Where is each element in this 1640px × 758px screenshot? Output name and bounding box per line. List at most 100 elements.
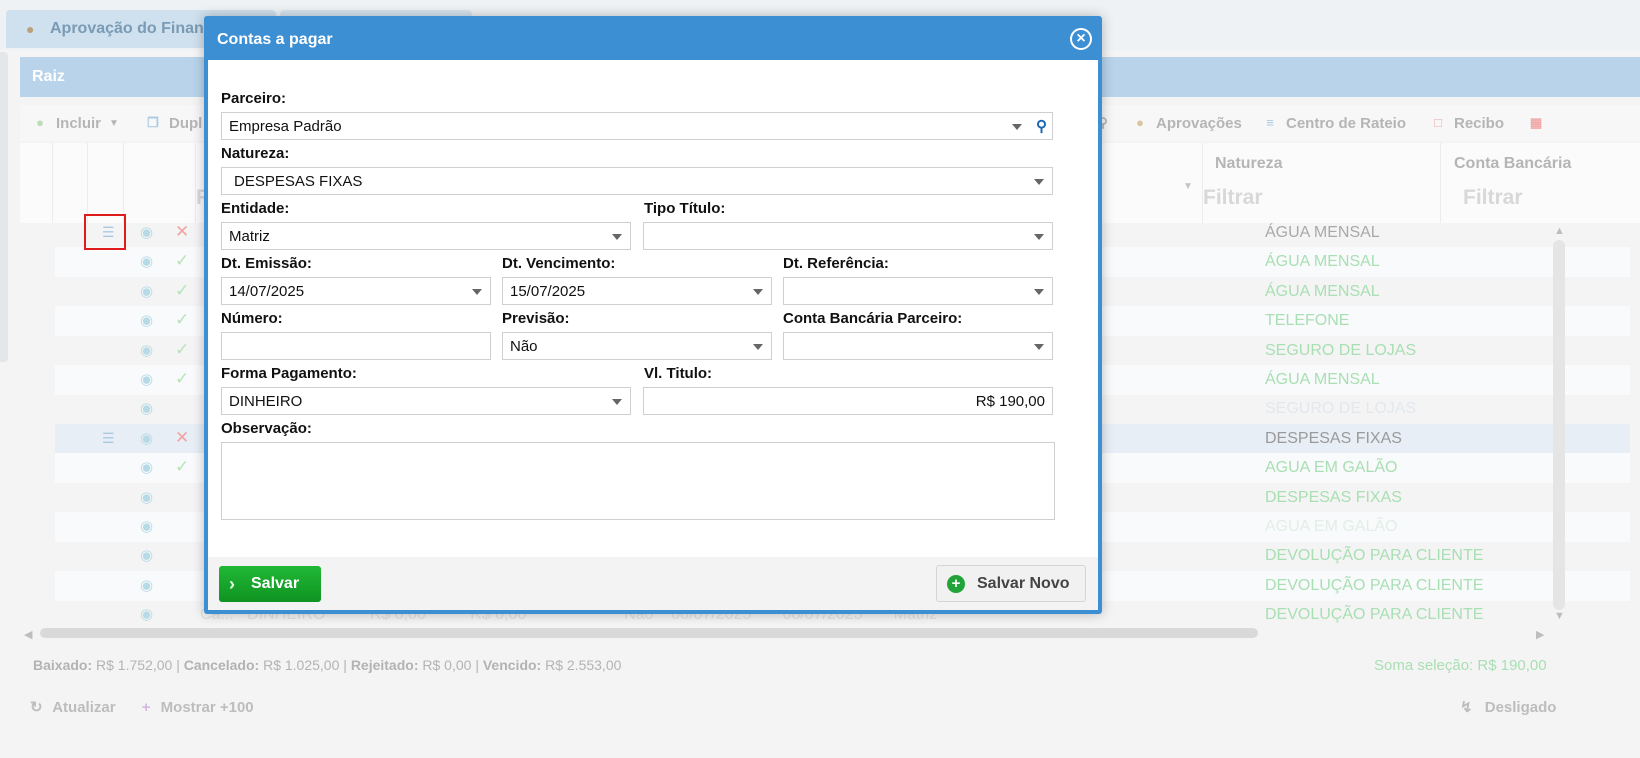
recibo-button[interactable]: □ Recibo xyxy=(1430,105,1504,141)
mostrar-label: Mostrar +100 xyxy=(160,699,254,716)
chevron-down-icon[interactable] xyxy=(1012,124,1022,130)
calendar-button[interactable]: ▦ xyxy=(1528,105,1552,141)
natureza-label: Natureza: xyxy=(221,145,290,162)
conta-bancaria-select[interactable] xyxy=(783,332,1053,360)
eye-icon[interactable]: ◉ xyxy=(140,605,153,623)
chevron-down-icon[interactable] xyxy=(612,234,622,240)
chevron-down-icon[interactable] xyxy=(612,399,622,405)
salvar-novo-button[interactable]: + Salvar Novo xyxy=(936,565,1086,602)
salvar-button[interactable]: › Salvar xyxy=(219,566,321,602)
user-icon: ● xyxy=(26,21,35,37)
incluir-button[interactable]: ● Incluir ▼ xyxy=(32,105,119,141)
column-header-conta-bancaria[interactable]: Conta Bancária xyxy=(1454,155,1571,173)
dialog-footer: › Salvar + Salvar Novo xyxy=(208,557,1098,610)
chevron-down-icon[interactable] xyxy=(1034,179,1044,185)
natureza-cell: ÁGUA MENSAL xyxy=(1265,224,1380,241)
cancelado-label: Cancelado: xyxy=(183,657,260,673)
centro-rateio-button[interactable]: ≡ Centro de Rateio xyxy=(1262,105,1406,141)
chevron-down-icon[interactable] xyxy=(1034,234,1044,240)
scroll-right-arrow[interactable]: ▶ xyxy=(1536,628,1544,641)
aprovacoes-label: Aprovações xyxy=(1156,114,1242,132)
mostrar-mais-button[interactable]: + Mostrar +100 xyxy=(142,699,254,716)
eye-icon[interactable]: ◉ xyxy=(140,399,153,417)
eye-icon[interactable]: ◉ xyxy=(140,370,153,388)
search-icon[interactable]: ⚲ xyxy=(1036,117,1047,135)
eye-icon[interactable]: ◉ xyxy=(140,517,153,535)
entidade-select[interactable]: Matriz xyxy=(221,222,631,250)
atualizar-label: Atualizar xyxy=(52,699,116,716)
baixado-label: Baixado: xyxy=(33,657,93,673)
eye-icon[interactable]: ◉ xyxy=(140,341,153,359)
dt-vencimento-field[interactable]: 15/07/2025 xyxy=(502,277,772,305)
aprovacoes-button[interactable]: ● Aprovações xyxy=(1132,105,1242,141)
chevron-down-icon[interactable] xyxy=(472,289,482,295)
forma-pagamento-select[interactable]: DINHEIRO xyxy=(221,387,631,415)
eye-icon[interactable]: ◉ xyxy=(140,282,153,300)
chevron-down-icon[interactable] xyxy=(1034,344,1044,350)
plus-icon: + xyxy=(141,699,151,716)
vencido-value: R$ 2.553,00 xyxy=(545,657,622,673)
eye-icon[interactable]: ◉ xyxy=(140,252,153,270)
eye-icon[interactable]: ◉ xyxy=(140,576,153,594)
observacao-textarea[interactable] xyxy=(221,442,1055,520)
column-separator xyxy=(1202,143,1203,223)
vertical-scrollbar[interactable] xyxy=(1553,240,1565,610)
natureza-cell: DESPESAS FIXAS xyxy=(1265,489,1402,506)
filter-natureza[interactable]: Filtrar xyxy=(1203,186,1263,210)
scroll-down-arrow[interactable]: ▼ xyxy=(1554,610,1565,622)
numero-input[interactable] xyxy=(221,332,491,360)
vl-titulo-value: R$ 190,00 xyxy=(975,393,1045,410)
check-icon: ✓ xyxy=(175,457,190,476)
chevron-down-icon[interactable] xyxy=(1034,289,1044,295)
filter-conta-bancaria[interactable]: Filtrar xyxy=(1463,186,1523,210)
atualizar-button[interactable]: ↻ Atualizar xyxy=(30,699,120,716)
vl-titulo-label: Vl. Titulo: xyxy=(644,365,713,382)
natureza-cell: DEVOLUÇÃO PARA CLIENTE xyxy=(1265,577,1484,594)
parceiro-select[interactable]: Empresa Padrão ⚲ xyxy=(221,112,1053,140)
vl-titulo-input[interactable]: R$ 190,00 xyxy=(643,387,1053,415)
eye-icon[interactable]: ◉ xyxy=(140,546,153,564)
soma-selecao: Soma seleção: R$ 190,00 xyxy=(1374,657,1547,674)
duplicar-button[interactable]: ❐ Dupl xyxy=(145,105,202,141)
eye-icon[interactable]: ◉ xyxy=(140,311,153,329)
column-header-natureza[interactable]: Natureza xyxy=(1215,155,1283,173)
highlight-box xyxy=(84,214,126,250)
previsao-select[interactable]: Não xyxy=(502,332,772,360)
connection-status[interactable]: ↯ Desligado xyxy=(1460,698,1556,716)
details-icon[interactable]: ☰ xyxy=(102,430,115,447)
dt-emissao-field[interactable]: 14/07/2025 xyxy=(221,277,491,305)
column-separator xyxy=(87,143,88,223)
check-icon: ✓ xyxy=(175,369,190,388)
rejeitado-value: R$ 0,00 xyxy=(422,657,472,673)
chevron-down-icon[interactable] xyxy=(753,344,763,350)
left-collapse-strip[interactable] xyxy=(0,52,8,362)
eye-icon[interactable]: ◉ xyxy=(140,458,153,476)
natureza-select[interactable]: DESPESAS FIXAS xyxy=(221,167,1053,195)
eye-icon[interactable]: ◉ xyxy=(140,223,153,241)
plus-circle-icon: ● xyxy=(36,115,44,130)
chevron-down-icon[interactable] xyxy=(753,289,763,295)
scroll-up-arrow[interactable]: ▲ xyxy=(1554,225,1565,237)
duplicar-label: Dupl xyxy=(169,114,203,132)
column-separator xyxy=(1440,143,1441,223)
close-icon[interactable]: × xyxy=(1070,28,1092,50)
natureza-cell: TELEFONE xyxy=(1265,312,1350,329)
bottom-toolbar: ↻ Atualizar + Mostrar +100 xyxy=(30,698,254,716)
natureza-cell: AGUA EM GALÃO xyxy=(1265,518,1398,535)
natureza-value: DESPESAS FIXAS xyxy=(234,173,363,190)
copy-icon: ❐ xyxy=(147,115,159,130)
dt-emissao-value: 14/07/2025 xyxy=(229,283,305,300)
scroll-left-arrow[interactable]: ◀ xyxy=(24,628,32,641)
chevron-down-icon[interactable]: ▼ xyxy=(1183,181,1193,192)
calendar-icon: ▦ xyxy=(1529,115,1543,130)
eye-icon[interactable]: ◉ xyxy=(140,488,153,506)
list-icon: ≡ xyxy=(1266,115,1274,130)
receipt-icon: □ xyxy=(1434,115,1442,130)
tipo-titulo-select[interactable] xyxy=(643,222,1053,250)
horizontal-scrollbar[interactable] xyxy=(40,628,1258,638)
column-separator xyxy=(123,143,124,223)
dt-referencia-field[interactable] xyxy=(783,277,1053,305)
column-separator xyxy=(52,143,53,223)
eye-icon[interactable]: ◉ xyxy=(140,429,153,447)
check-icon: ✓ xyxy=(175,251,190,270)
